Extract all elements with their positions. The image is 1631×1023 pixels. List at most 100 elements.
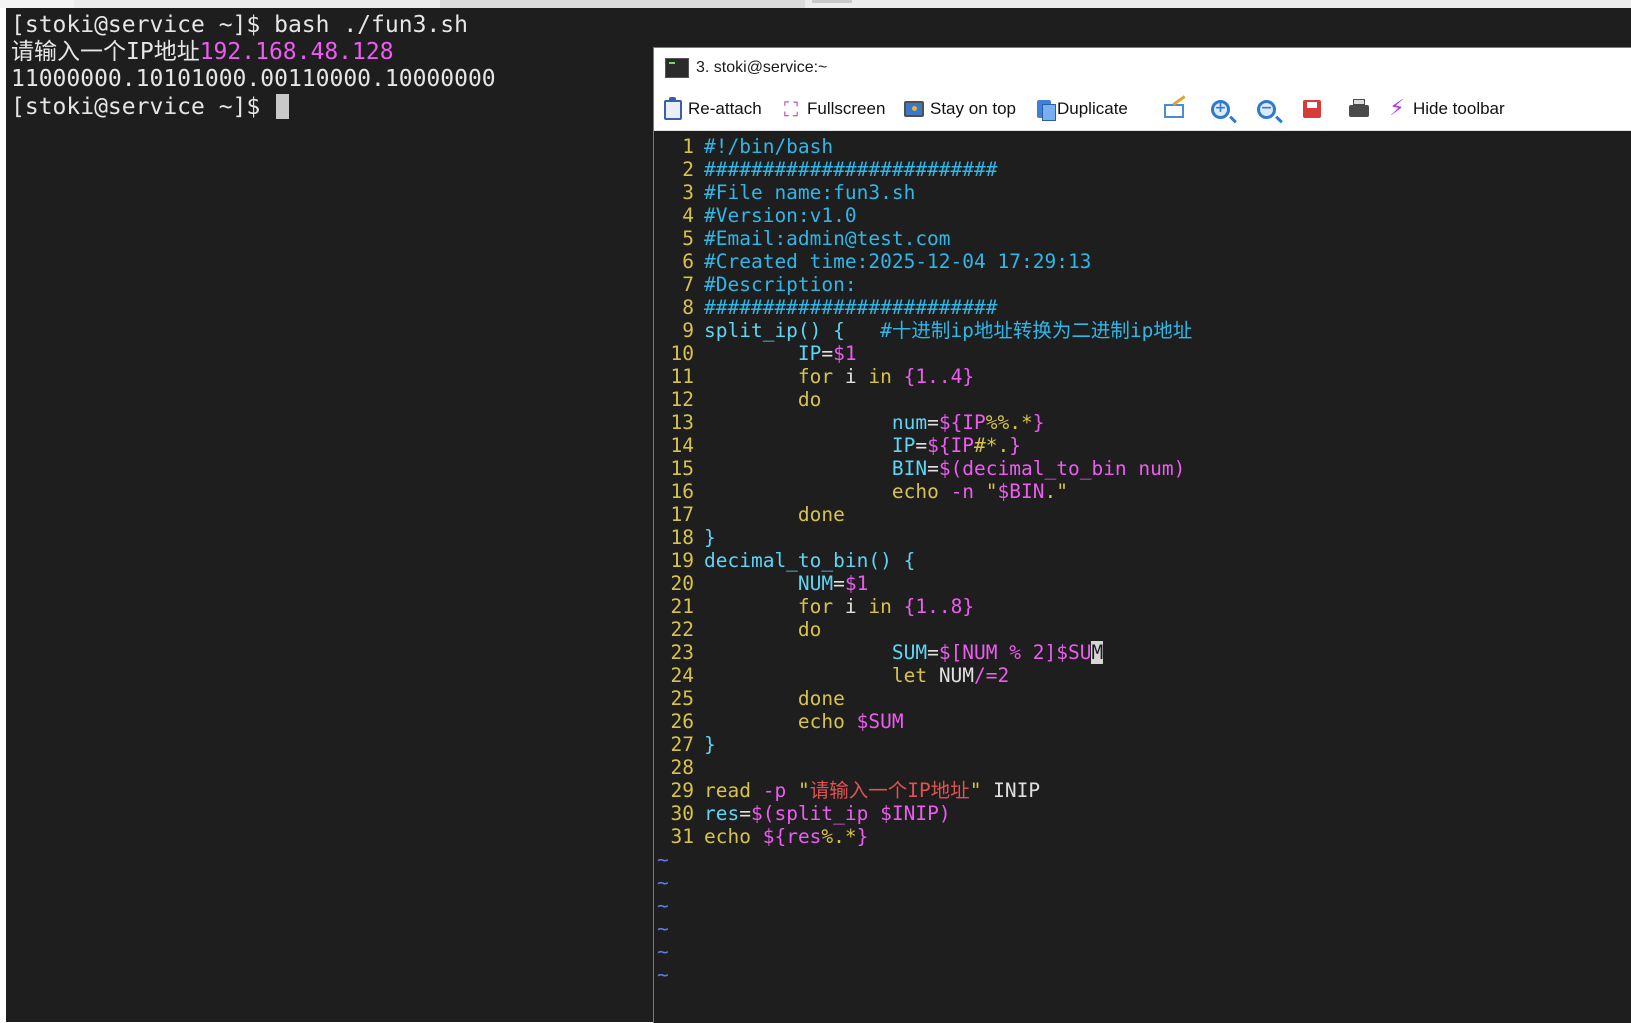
code-line: 11 for i in {1..4} xyxy=(654,365,975,388)
print-icon xyxy=(1349,99,1369,117)
host-tab-3[interactable] xyxy=(812,0,852,3)
line-number: 31 xyxy=(670,825,694,848)
code-token-variable: IP xyxy=(891,434,916,457)
duplicate-button[interactable]: Duplicate xyxy=(1037,88,1128,130)
line-number: 18 xyxy=(670,526,694,549)
code-token-variable: IP xyxy=(797,342,822,365)
empty-line-tilde: ~ xyxy=(657,963,669,986)
line-number: 1 xyxy=(682,135,694,158)
code-line: 14 IP=${IP#*.} xyxy=(654,434,1022,457)
code-token-variable: NUM xyxy=(797,572,834,595)
window-titlebar[interactable]: 3. stoki@service:~ xyxy=(654,48,1631,88)
host-tab-1[interactable] xyxy=(0,0,74,8)
empty-line-tilde: ~ xyxy=(657,940,669,963)
code-token-keyword: in xyxy=(868,595,892,618)
line-number: 6 xyxy=(682,250,694,273)
code-token-special: ${IP xyxy=(938,411,986,434)
code-line: 13 num=${IP%%.*} xyxy=(654,411,1045,434)
lightning-icon: ⚡ xyxy=(1389,96,1405,121)
code-line: 23 SUM=$[NUM % 2]$SUM xyxy=(654,641,1104,664)
code-token-keyword: for xyxy=(797,595,834,618)
code-line: 1 #!/bin/bash xyxy=(654,135,833,158)
terminal-window[interactable]: 3. stoki@service:~ Re-attach ⛶ Fullscree… xyxy=(653,47,1631,1023)
line-number: 30 xyxy=(670,802,694,825)
line-number: 23 xyxy=(670,641,694,664)
code-token-comment: #Created time:2025-12-04 17:29:13 xyxy=(704,250,1092,273)
code-line: 26 echo $SUM xyxy=(654,710,904,733)
code-token-variable: SUM xyxy=(891,641,928,664)
print-button[interactable] xyxy=(1349,88,1375,130)
code-line: 4 #Version:v1.0 xyxy=(654,204,856,227)
code-token-variable: split_ip() { xyxy=(704,319,881,342)
line-number: 12 xyxy=(670,388,694,411)
code-token-keyword: echo xyxy=(891,480,939,503)
line-number: 5 xyxy=(682,227,694,250)
code-token-keyword: %%.* xyxy=(985,411,1033,434)
line-number: 27 xyxy=(670,733,694,756)
line-number: 17 xyxy=(670,503,694,526)
code-token-special: $SUM xyxy=(856,710,904,733)
code-token-keyword: read xyxy=(704,779,751,802)
code-token-plain: = xyxy=(927,457,939,480)
duplicate-label: Duplicate xyxy=(1057,99,1128,118)
host-tab-strip xyxy=(0,0,1631,8)
edit-button[interactable] xyxy=(1164,88,1190,130)
line-number: 28 xyxy=(670,756,694,779)
code-token-special: {1..8} xyxy=(903,595,975,618)
line-number: 11 xyxy=(670,365,694,388)
line-number: 13 xyxy=(670,411,694,434)
code-token-plain: i xyxy=(833,595,869,618)
code-token-keyword: let xyxy=(891,664,928,687)
code-token-keyword: in xyxy=(868,365,892,388)
code-token-plain: i xyxy=(833,365,869,388)
hide-toolbar-button[interactable]: ⚡ Hide toolbar xyxy=(1387,88,1504,130)
code-token-keyword: do xyxy=(797,388,822,411)
code-line: 29 read -p "请输入一个IP地址" INIP xyxy=(654,779,1041,802)
line-number: 7 xyxy=(682,273,694,296)
code-line: 5 #Email:admin@test.com xyxy=(654,227,951,250)
save-button[interactable] xyxy=(1303,88,1327,130)
code-token-special: $1 xyxy=(844,572,869,595)
code-token-variable: num xyxy=(891,411,928,434)
fullscreen-icon: ⛶ xyxy=(784,97,798,121)
code-line: 27} xyxy=(654,733,716,756)
reattach-button[interactable]: Re-attach xyxy=(664,88,762,130)
code-token-plain: = xyxy=(833,572,845,595)
code-line: 8 ######################### xyxy=(654,296,997,319)
code-token-keyword: echo xyxy=(797,710,845,733)
terminal-prompt: [stoki@service ~]$ xyxy=(11,94,275,120)
code-token-variable: res xyxy=(704,802,740,825)
zoom-out-icon: − xyxy=(1257,99,1276,119)
code-token-special: } xyxy=(1009,434,1022,457)
zoom-out-button[interactable]: − xyxy=(1257,88,1282,130)
code-token-special: } xyxy=(856,825,869,848)
stay-on-top-label: Stay on top xyxy=(930,99,1017,118)
line-number: 29 xyxy=(670,779,694,802)
reattach-label: Re-attach xyxy=(688,99,762,118)
host-tab-2[interactable] xyxy=(440,0,805,8)
save-icon xyxy=(1303,100,1321,118)
zoom-in-button[interactable]: + xyxy=(1211,88,1236,130)
code-token-keyword: do xyxy=(797,618,822,641)
vim-editor[interactable]: 1 #!/bin/bash 2 ######################### 3 #… xyxy=(654,131,1631,1023)
terminal-line-prompt: [stoki@service ~]$ xyxy=(11,94,290,122)
code-token-special: $1 xyxy=(833,342,857,365)
code-token-keyword: #*. xyxy=(974,434,1010,457)
code-token-plain: NUM xyxy=(927,664,975,687)
code-token-plain: = xyxy=(821,342,834,365)
stay-on-top-icon xyxy=(904,101,924,117)
code-token-comment: ######################### xyxy=(704,158,998,181)
stay-on-top-button[interactable]: Stay on top xyxy=(904,88,1016,130)
code-token-keyword: " xyxy=(969,779,982,802)
code-token-comment: #Email:admin@test.com xyxy=(704,227,951,250)
terminal-line-input: 请输入一个IP地址192.168.48.128 xyxy=(11,39,394,67)
fullscreen-button[interactable]: ⛶ Fullscreen xyxy=(781,88,885,130)
code-line: 31 echo ${res%.*} xyxy=(654,825,869,848)
